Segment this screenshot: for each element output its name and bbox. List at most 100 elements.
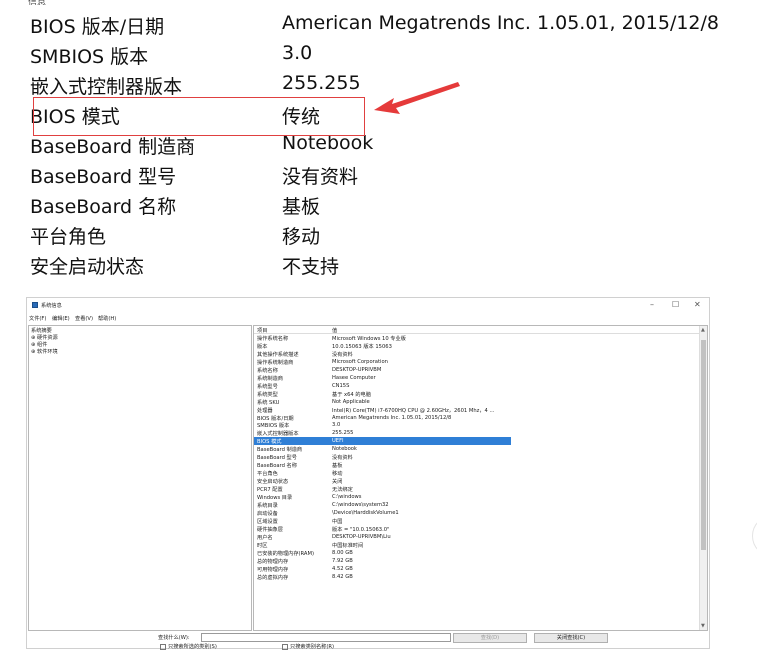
table-row[interactable]: 系统名称 DESKTOP-UPRIVBM (254, 366, 700, 374)
row-value: 中国 (332, 518, 343, 525)
table-row[interactable]: PCR7 配置 无法绑定 (254, 485, 700, 493)
row-value: American Megatrends Inc. 1.05.01, 2015/1… (332, 414, 452, 421)
search-category-names-label: 只搜索类别名称(R) (290, 644, 334, 650)
table-row[interactable]: 平台角色 移动 (254, 469, 700, 477)
table-row[interactable]: 系统目录 C:\windows\system32 (254, 501, 700, 509)
table-row[interactable]: 硬件抽象层 版本 = "10.0.15063.0" (254, 525, 700, 533)
row-value: \Device\HarddiskVolume1 (332, 509, 399, 516)
table-row[interactable]: BIOS 版本/日期 American Megatrends Inc. 1.05.… (254, 414, 700, 422)
table-row[interactable]: BIOS 模式 UEFI (254, 437, 511, 445)
details-list: 项目 值 操作系统名称 Microsoft Windows 10 专业版 版本 10.… (253, 325, 708, 631)
row-value: UEFI (332, 438, 344, 445)
table-row[interactable]: 操作系统名称 Microsoft Windows 10 专业版 (254, 334, 700, 342)
info-value: 3.0 (282, 42, 313, 64)
row-item: 操作系统制造商 (257, 359, 294, 366)
table-row[interactable]: 总的物理内存 7.92 GB (254, 557, 700, 565)
window-title: 系统信息 (41, 303, 62, 309)
row-item: 版本 (257, 343, 268, 350)
system-info-window: 系统信息 – ☐ ✕ 文件(F) 编辑(E) 查看(V) 帮助(H) 系统摘要 … (26, 297, 710, 650)
info-key: 安全启动状态 (30, 256, 145, 278)
row-value: 3.0 (332, 422, 341, 429)
row-value: 无法绑定 (332, 487, 353, 494)
table-row[interactable]: 区域设置 中国 (254, 517, 700, 525)
table-row[interactable]: 版本 10.0.15063 版本 15063 (254, 342, 700, 350)
menu-help[interactable]: 帮助(H) (98, 315, 116, 322)
table-row[interactable]: 用户名 DESKTOP-UPRIVBM\Liu (254, 533, 700, 541)
category-tree: 系统摘要 ⊕ 硬件资源 ⊕ 组件 ⊕ 软件环境 (28, 325, 252, 631)
title-bar: 系统信息 – ☐ ✕ (27, 298, 709, 312)
find-input[interactable] (201, 633, 451, 642)
table-row[interactable]: Windows 目录 C:\windows (254, 493, 700, 501)
scroll-down-icon[interactable]: ▼ (701, 623, 705, 629)
row-item: Windows 目录 (257, 495, 293, 501)
menu-edit[interactable]: 编辑(E) (52, 315, 70, 322)
row-value: DESKTOP-UPRIVBM (332, 366, 382, 373)
scroll-thumb[interactable] (701, 340, 706, 550)
table-row[interactable]: 操作系统制造商 Microsoft Corporation (254, 358, 700, 366)
row-item: 系统 SKU (257, 399, 280, 406)
table-row[interactable]: 其他操作系统描述 没有资料 (254, 350, 700, 358)
find-bar: 查找什么(W): 查找(D) 关闭查找(C) 只搜索所选的类别(S) 只搜索类别… (27, 632, 709, 650)
row-item: 用户名 (257, 534, 273, 541)
tree-item-software-environment[interactable]: ⊕ 软件环境 (31, 348, 58, 355)
floating-circle-button[interactable] (752, 515, 757, 557)
row-item: BIOS 版本/日期 (257, 415, 294, 422)
menu-view[interactable]: 查看(V) (75, 315, 93, 322)
tree-item-system-summary[interactable]: 系统摘要 (31, 327, 52, 334)
table-row[interactable]: 嵌入式控制器版本 255.255 (254, 429, 700, 437)
table-row[interactable]: 系统制造商 Hasee Computer (254, 374, 700, 382)
column-header-value[interactable]: 值 (332, 327, 337, 334)
maximize-button[interactable]: ☐ (672, 300, 679, 309)
cropped-heading: 信息 (28, 0, 47, 5)
table-row[interactable]: 时区 中国标准时间 (254, 541, 700, 549)
find-button[interactable]: 查找(D) (453, 633, 527, 643)
column-header-item[interactable]: 项目 (257, 327, 267, 334)
minimize-button[interactable]: – (650, 300, 654, 309)
table-row[interactable]: BaseBoard 型号 没有资料 (254, 453, 700, 461)
table-row[interactable]: 处理器 Intel(R) Core(TM) i7-6700HQ CPU @ 2.6… (254, 406, 700, 414)
close-find-button[interactable]: 关闭查找(C) (534, 633, 608, 643)
info-key: 平台角色 (30, 226, 107, 248)
table-row[interactable]: 启动设备 \Device\HarddiskVolume1 (254, 509, 700, 517)
table-row[interactable]: 系统 SKU Not Applicable (254, 398, 700, 406)
search-category-names-checkbox[interactable]: 只搜索类别名称(R) (282, 643, 334, 650)
checkbox-icon (160, 643, 166, 650)
row-value: Microsoft Corporation (332, 358, 388, 365)
search-selected-category-checkbox[interactable]: 只搜索所选的类别(S) (160, 643, 217, 650)
table-row[interactable]: 已安装的物理内存(RAM) 8.00 GB (254, 549, 700, 557)
row-item: 操作系统名称 (257, 336, 289, 342)
tree-item-components[interactable]: ⊕ 组件 (31, 341, 47, 348)
vertical-scrollbar[interactable]: ▲ ▼ (699, 326, 707, 630)
table-row[interactable]: BaseBoard 名称 基板 (254, 461, 700, 469)
scroll-up-icon[interactable]: ▲ (701, 327, 705, 333)
row-item: 平台角色 (257, 471, 278, 478)
find-label: 查找什么(W): (158, 635, 190, 641)
row-item: PCR7 配置 (257, 487, 283, 494)
info-row: BIOS 版本/日期 American Megatrends Inc. 1.05.… (30, 12, 730, 42)
menu-bar: 文件(F) 编辑(E) 查看(V) 帮助(H) (27, 314, 709, 322)
row-value: DESKTOP-UPRIVBM\Liu (332, 533, 391, 540)
table-row[interactable]: 系统类型 基于 x64 的电脑 (254, 390, 700, 398)
table-row[interactable]: 总的虚拟内存 8.42 GB (254, 573, 700, 581)
row-value: 移动 (332, 471, 343, 478)
table-row[interactable]: BaseBoard 制造商 Notebook (254, 445, 700, 453)
tree-item-hardware-resources[interactable]: ⊕ 硬件资源 (31, 334, 58, 341)
table-row[interactable]: 系统型号 CN15S (254, 382, 700, 390)
info-key: BaseBoard 制造商 (30, 136, 196, 158)
info-key: 嵌入式控制器版本 (30, 76, 183, 98)
row-item: BIOS 模式 (257, 439, 282, 446)
row-value: CN15S (332, 382, 350, 389)
table-row[interactable]: 安全启动状态 关闭 (254, 477, 700, 485)
row-value: Not Applicable (332, 398, 370, 405)
row-value: 8.00 GB (332, 549, 353, 556)
menu-file[interactable]: 文件(F) (29, 315, 46, 322)
info-key: BaseBoard 型号 (30, 166, 177, 188)
row-item: 系统目录 (257, 502, 278, 509)
table-row[interactable]: 可用物理内存 4.52 GB (254, 565, 700, 573)
list-header: 项目 值 (254, 326, 700, 334)
row-value: 7.92 GB (332, 557, 353, 564)
table-row[interactable]: SMBIOS 版本 3.0 (254, 421, 700, 429)
system-info-app-icon (32, 302, 38, 308)
info-row: BaseBoard 型号 没有资料 (30, 162, 730, 192)
close-button[interactable]: ✕ (694, 300, 701, 309)
